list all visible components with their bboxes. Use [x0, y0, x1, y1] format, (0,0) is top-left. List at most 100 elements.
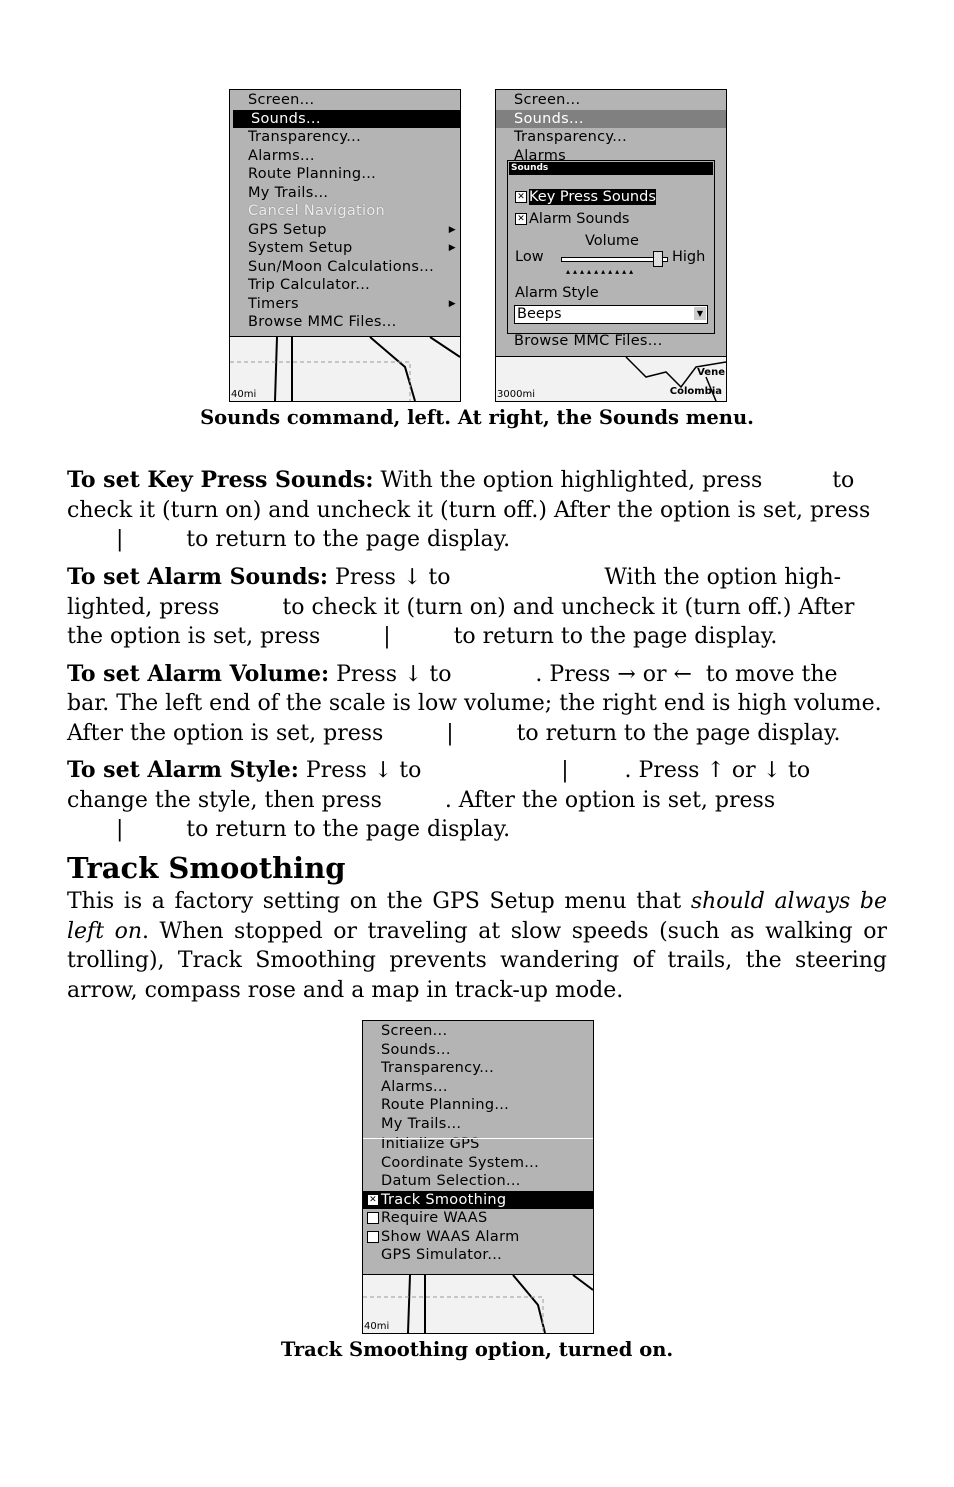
body-line: lighted, press to check it (turn on) and…	[67, 595, 855, 620]
menu-item-label: My Trails...	[381, 1115, 462, 1132]
body-line: | to return to the page display.	[67, 817, 511, 842]
menu-item-label: Screen...	[381, 1023, 448, 1039]
menu-item[interactable]: ✕ Track Smoothing	[363, 1190, 593, 1209]
low-label: Low	[515, 249, 544, 265]
menu-item-label: Track Smoothing	[381, 1191, 507, 1208]
alarm-sounds-checkbox[interactable]: ✕ Alarm Sounds	[515, 211, 630, 227]
menu-item[interactable]: Browse MMC Files...	[230, 313, 460, 332]
body-line: the option is set, press | to return to …	[67, 624, 778, 649]
body-line: arrow, compass rose and a map in track-u…	[67, 978, 624, 1003]
figure-caption: Track Smoothing option, turned on.	[280, 1338, 674, 1361]
menu-item[interactable]: Trip Calculator...	[230, 276, 460, 295]
alarm-sounds-label: Alarm Sounds	[529, 211, 630, 227]
high-label: High	[672, 249, 706, 265]
menu-item[interactable]: My Trails...	[363, 1115, 593, 1134]
menu-item-label: Datum Selection...	[381, 1173, 521, 1189]
body-line: | to return to the page display.	[67, 527, 511, 552]
menu-item-label: Route Planning...	[248, 166, 377, 182]
menu-item[interactable]: Screen...	[230, 91, 460, 110]
dialog-title: Sounds	[509, 162, 713, 175]
menu-item[interactable]: Route Planning...	[363, 1096, 593, 1115]
body-line: check it (turn on) and uncheck it (turn …	[67, 498, 871, 523]
menu-item-label: Transparency...	[248, 129, 361, 145]
menu-item[interactable]: Sun/Moon Calculations...	[230, 258, 460, 277]
menu-item[interactable]: My Trails...	[230, 184, 460, 203]
gps-setup-screenshot: Screen... Sounds... Transparency... Alarms.…	[362, 1020, 594, 1334]
menu-item-label: Browse MMC Files...	[248, 314, 397, 330]
menu-item[interactable]: Datum Selection...	[363, 1172, 593, 1191]
menu-item[interactable]: Transparency...	[230, 128, 460, 147]
menu-item-label: Cancel Navigation	[248, 203, 386, 219]
menu-screenshot-left: Screen... Sounds... Transparency... Alarms.…	[229, 89, 461, 402]
submenu-arrow-icon: ▶	[448, 298, 456, 309]
body-line: trolling), Track Smoothing prevents wand…	[67, 948, 887, 973]
menu-item[interactable]: Sounds...	[363, 1041, 593, 1060]
menu-item[interactable]: Route Planning...	[230, 165, 460, 184]
menu-item-label: Sounds...	[514, 110, 584, 127]
sounds-dialog: Sounds ✕ Key Press Sounds ✕ Alarm Sounds V…	[507, 160, 715, 334]
manual-page: Screen... Sounds... Transparency... Alarms.…	[0, 0, 954, 1487]
checkbox-checked-icon: ✕	[515, 213, 527, 225]
menu-item-label: GPS Setup	[248, 221, 327, 238]
map-scale: 40mi	[231, 389, 257, 400]
menu-item[interactable]: Screen...	[363, 1022, 593, 1041]
body-line: left on. When stopped or traveling at sl…	[67, 919, 887, 944]
menu-item-label: Trip Calculator...	[248, 277, 371, 293]
key-press-label: Key Press Sounds	[529, 189, 656, 205]
menu-item-label: Require WAAS	[381, 1210, 488, 1226]
menu-item[interactable]: Show WAAS Alarm	[363, 1228, 593, 1247]
body-line: To set Key Press Sounds: With the option…	[67, 467, 855, 493]
checkbox-unchecked-icon	[367, 1212, 379, 1224]
menu-item[interactable]: Screen...	[496, 91, 726, 110]
menu-item[interactable]: Alarms...	[230, 147, 460, 166]
menu-item[interactable]: Transparency...	[496, 128, 726, 147]
body-line: This is a factory setting on the GPS Set…	[67, 889, 888, 914]
menu-item[interactable]: Cancel Navigation	[230, 202, 460, 221]
menu-item[interactable]: GPS Setup ▶	[230, 221, 460, 240]
volume-slider[interactable]	[561, 251, 668, 267]
menu-item-label: Transparency...	[514, 129, 627, 145]
menu-item-label: Screen...	[514, 92, 581, 108]
body-line: After the option is set, press | to retu…	[67, 721, 841, 746]
menu-item-label: Sun/Moon Calculations...	[248, 258, 434, 275]
menu-item-label: My Trails...	[248, 184, 329, 201]
submenu-arrow-icon: ▶	[448, 224, 456, 235]
map-label: Colombia	[669, 386, 722, 397]
map-preview: 3000mi Vene Colombia	[496, 356, 726, 401]
alarm-style-value: Beeps	[517, 306, 562, 322]
body-line: To set Alarm Volume: Press ↓ to . Press …	[67, 661, 838, 687]
menu-item[interactable]: GPS Simulator...	[363, 1246, 593, 1265]
menu-item[interactable]: Transparency...	[363, 1059, 593, 1078]
menu-item-browse[interactable]: Browse MMC Files...	[496, 332, 726, 351]
menu-item[interactable]: Alarms...	[363, 1078, 593, 1097]
menu-item-label: Screen...	[248, 92, 315, 108]
checkbox-unchecked-icon	[367, 1230, 379, 1243]
menu-screenshot-right: Screen... Sounds... Transparency... Alarms …	[495, 89, 727, 402]
alarm-style-select[interactable]: Beeps ▼	[514, 305, 708, 324]
map-preview: 40mi	[363, 1274, 593, 1333]
menu-item-label: Transparency...	[381, 1060, 494, 1076]
map-scale: 3000mi	[497, 389, 535, 400]
map-lines	[230, 336, 460, 401]
menu-item-label: GPS Simulator...	[381, 1247, 503, 1263]
menu-item[interactable]: Sounds...	[233, 109, 460, 128]
body-line: change the style, then press . After the…	[67, 788, 776, 813]
figure-caption: Sounds command, left. At right, the Soun…	[200, 406, 754, 429]
key-press-sounds-checkbox[interactable]: ✕ Key Press Sounds	[515, 189, 656, 205]
body-line: To set Alarm Style: Press ↓ to | . Press…	[67, 757, 811, 783]
menu-item[interactable]: Sounds...	[496, 109, 726, 128]
menu-item[interactable]: Timers ▶	[230, 295, 460, 314]
menu-item-label: Alarms...	[381, 1078, 448, 1095]
volume-label: Volume	[585, 233, 639, 249]
checkbox-checked-icon: ✕	[367, 1193, 379, 1206]
body-line: To set Alarm Sounds: Press ↓ to With the…	[67, 564, 842, 590]
menu-item[interactable]: Coordinate System...	[363, 1154, 593, 1173]
menu-item[interactable]: Require WAAS	[363, 1209, 593, 1228]
submenu-arrow-icon: ▶	[448, 243, 456, 253]
map-scale: 40mi	[364, 1321, 390, 1332]
menu-item-label: Sounds...	[381, 1041, 451, 1058]
alarm-style-label: Alarm Style	[515, 285, 599, 301]
volume-slider-thumb[interactable]	[653, 251, 663, 267]
menu-item-label: Timers	[248, 295, 299, 312]
menu-item[interactable]: System Setup ▶	[230, 239, 460, 258]
